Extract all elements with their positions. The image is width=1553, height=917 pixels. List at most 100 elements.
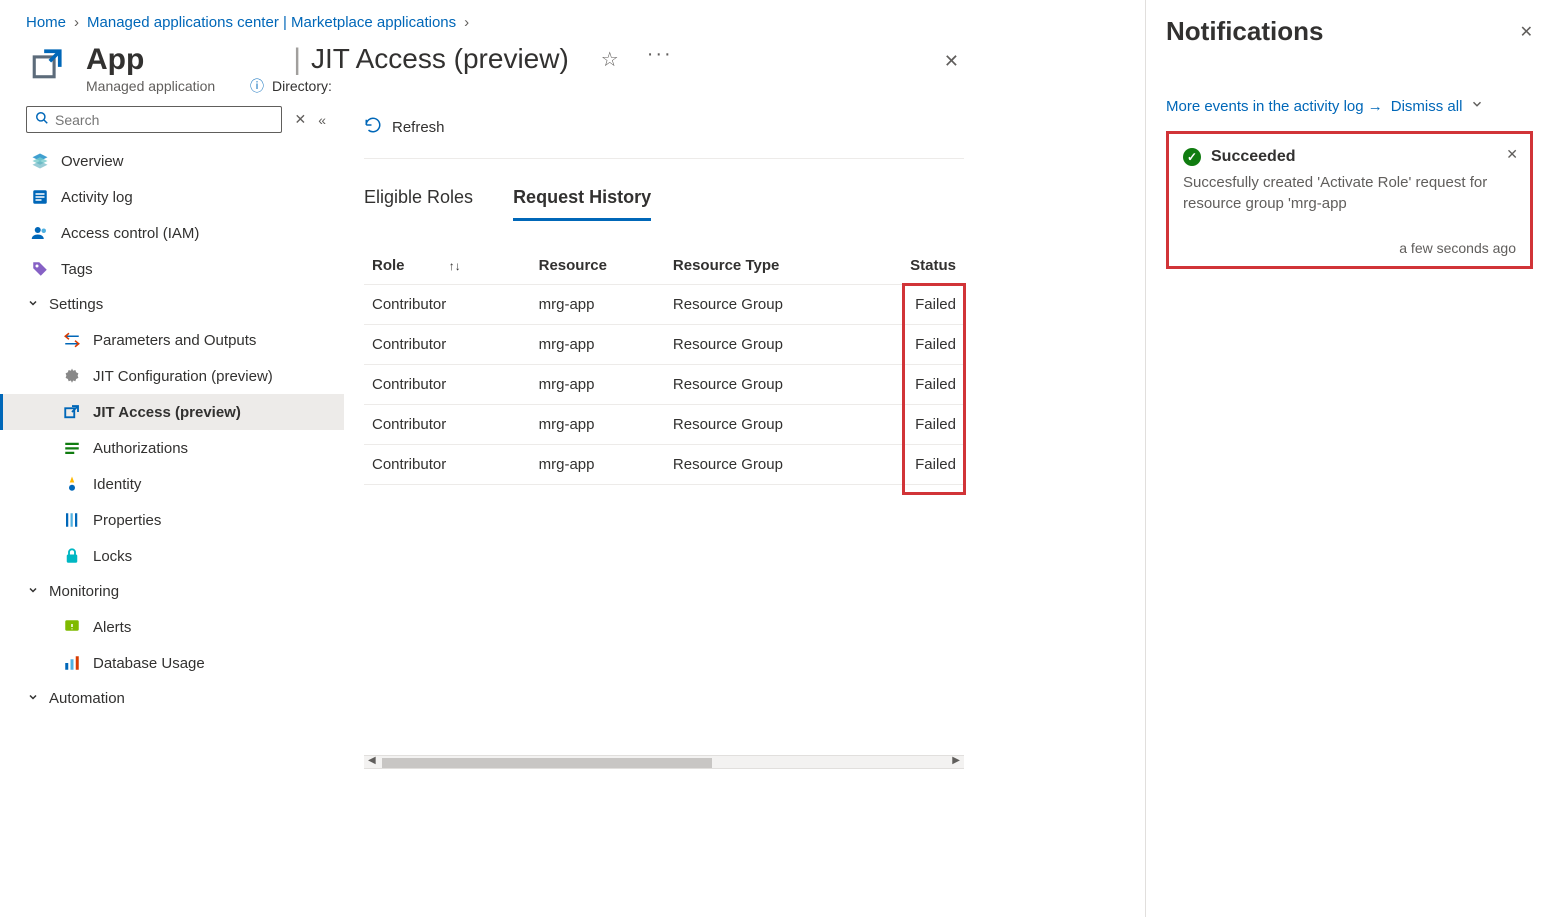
sidebar-item-db-usage[interactable]: Database Usage — [0, 645, 344, 681]
sidebar-item-jit-config[interactable]: JIT Configuration (preview) — [0, 358, 344, 394]
breadcrumb-home[interactable]: Home — [26, 14, 66, 31]
sidebar-label: JIT Configuration (preview) — [93, 368, 273, 385]
cell-resource: mrg-app — [531, 405, 665, 445]
favorite-star-icon[interactable]: ☆ — [601, 43, 619, 72]
sidebar-group-monitoring[interactable]: Monitoring — [0, 574, 344, 609]
sidebar-item-parameters[interactable]: Parameters and Outputs — [0, 322, 344, 358]
sidebar-group-label: Settings — [49, 296, 103, 313]
close-notifications-icon[interactable]: ✕ — [1520, 22, 1533, 42]
sidebar-item-identity[interactable]: Identity — [0, 466, 344, 502]
sidebar-item-alerts[interactable]: Alerts — [0, 609, 344, 645]
tab-request-history[interactable]: Request History — [513, 183, 651, 221]
cell-status: Failed — [866, 405, 964, 445]
table-row[interactable]: Contributormrg-appResource GroupFailed — [364, 445, 964, 485]
sidebar-label: Activity log — [61, 189, 133, 206]
app-subtitle: Managed application — [86, 78, 215, 94]
search-icon — [35, 111, 49, 128]
refresh-icon — [364, 116, 382, 138]
sidebar-group-settings[interactable]: Settings — [0, 287, 344, 322]
notifications-panel: Notifications ✕ More events in the activ… — [1145, 0, 1553, 917]
cell-rtype: Resource Group — [665, 405, 866, 445]
sidebar-search[interactable] — [26, 106, 282, 133]
close-blade-icon[interactable]: ✕ — [936, 47, 967, 76]
notification-card-title: Succeeded — [1211, 148, 1295, 166]
sidebar-label: Authorizations — [93, 440, 188, 457]
chevron-icon: › — [74, 14, 79, 31]
chevron-down-icon[interactable] — [1470, 97, 1484, 115]
cell-resource: mrg-app — [531, 365, 665, 405]
horizontal-scrollbar[interactable]: ◀ — [364, 755, 964, 769]
sidebar-label: Overview — [61, 153, 124, 170]
sort-icon[interactable]: ↑↓ — [449, 259, 461, 273]
request-history-table: Role ↑↓ Resource Resource Type Status Co… — [364, 247, 964, 485]
sidebar-label: Tags — [61, 261, 93, 278]
table-row[interactable]: Contributormrg-appResource GroupFailed — [364, 365, 964, 405]
table-row[interactable]: Contributormrg-appResource GroupFailed — [364, 405, 964, 445]
collapse-sidebar-icon[interactable]: « — [318, 112, 326, 128]
sidebar-group-label: Monitoring — [49, 583, 119, 600]
sidebar-item-iam[interactable]: Access control (IAM) — [0, 215, 344, 251]
cell-status: Failed — [866, 325, 964, 365]
sidebar-item-locks[interactable]: Locks — [0, 538, 344, 574]
clear-search-icon[interactable]: ✕ — [294, 111, 306, 128]
sidebar-item-tags[interactable]: Tags — [0, 251, 344, 287]
table-row[interactable]: Contributormrg-appResource GroupFailed — [364, 325, 964, 365]
sidebar-label: Properties — [93, 512, 161, 529]
col-status[interactable]: Status — [866, 247, 964, 285]
more-events-link[interactable]: More events in the activity log → — [1166, 98, 1383, 115]
cell-status: Failed — [866, 285, 964, 325]
more-menu-icon[interactable]: ··· — [647, 43, 673, 66]
cell-role: Contributor — [364, 365, 531, 405]
overview-icon — [31, 152, 49, 170]
sidebar-item-authorizations[interactable]: Authorizations — [0, 430, 344, 466]
cell-rtype: Resource Group — [665, 285, 866, 325]
separator: | — [293, 43, 301, 77]
lock-icon — [63, 547, 81, 565]
identity-icon — [63, 475, 81, 493]
cell-role: Contributor — [364, 405, 531, 445]
cell-rtype: Resource Group — [665, 365, 866, 405]
sidebar-label: JIT Access (preview) — [93, 404, 241, 421]
sidebar-label: Locks — [93, 548, 132, 565]
main-content: Refresh Eligible Roles Request History R… — [344, 106, 984, 913]
tags-icon — [31, 260, 49, 278]
tab-eligible-roles[interactable]: Eligible Roles — [364, 183, 473, 221]
refresh-button[interactable]: Refresh — [364, 106, 964, 159]
dismiss-all-link[interactable]: Dismiss all — [1391, 98, 1463, 115]
chevron-icon: › — [464, 14, 469, 31]
sidebar-label: Parameters and Outputs — [93, 332, 256, 349]
cell-status: Failed — [866, 445, 964, 485]
cell-rtype: Resource Group — [665, 445, 866, 485]
iam-icon — [31, 224, 49, 242]
close-notification-icon[interactable]: ✕ — [1506, 146, 1518, 163]
sidebar-group-label: Automation — [49, 690, 125, 707]
cell-role: Contributor — [364, 325, 531, 365]
col-role[interactable]: Role ↑↓ — [364, 247, 531, 285]
notification-body: Succesfully created 'Activate Role' requ… — [1183, 172, 1516, 214]
cell-resource: mrg-app — [531, 325, 665, 365]
sidebar-item-activity-log[interactable]: Activity log — [0, 179, 344, 215]
parameters-icon — [63, 331, 81, 349]
cell-role: Contributor — [364, 285, 531, 325]
table-row[interactable]: Contributormrg-appResource GroupFailed — [364, 285, 964, 325]
col-resource-type[interactable]: Resource Type — [665, 247, 866, 285]
breadcrumb-center[interactable]: Managed applications center | Marketplac… — [87, 14, 456, 31]
notification-card: ✓ Succeeded ✕ Succesfully created 'Activ… — [1166, 131, 1533, 269]
cell-rtype: Resource Group — [665, 325, 866, 365]
sidebar-item-jit-access[interactable]: JIT Access (preview) — [0, 394, 344, 430]
refresh-label: Refresh — [392, 119, 445, 136]
sidebar-item-overview[interactable]: Overview — [0, 143, 344, 179]
chevron-down-icon — [27, 690, 39, 707]
sidebar: ✕ « Overview Activity log Access control… — [0, 106, 344, 913]
col-resource[interactable]: Resource — [531, 247, 665, 285]
sidebar-item-properties[interactable]: Properties — [0, 502, 344, 538]
gear-icon — [63, 367, 81, 385]
search-input[interactable] — [55, 112, 273, 128]
sidebar-label: Alerts — [93, 619, 131, 636]
cell-resource: mrg-app — [531, 285, 665, 325]
chevron-down-icon — [27, 296, 39, 313]
authorizations-icon — [63, 439, 81, 457]
cell-status: Failed — [866, 365, 964, 405]
activity-log-icon — [31, 188, 49, 206]
sidebar-group-automation[interactable]: Automation — [0, 681, 344, 716]
